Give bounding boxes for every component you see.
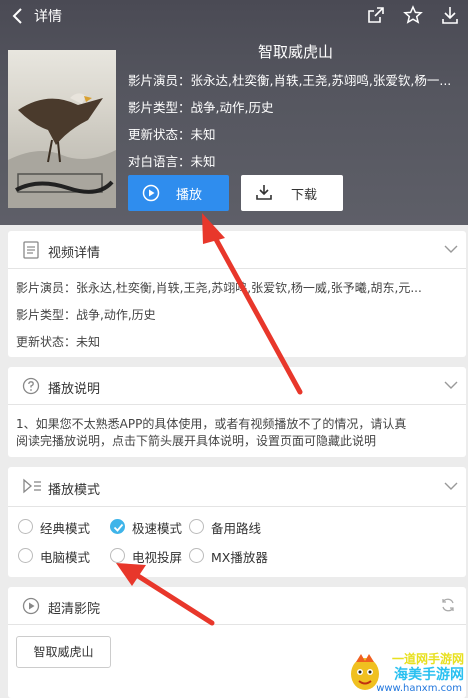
movie-poster[interactable] [8,50,116,208]
chevron-down-icon[interactable] [444,481,458,491]
info-language: 对白语言：未知 [128,154,216,169]
mode-classic[interactable]: 经典模式 [18,518,118,536]
radio-circle-selected [110,519,125,534]
star-icon[interactable] [403,5,423,25]
chevron-down-icon[interactable] [444,380,458,390]
info-genre: 影片类型：战争,动作,历史 [128,100,274,115]
mode-backup[interactable]: 备用路线 [189,518,289,536]
movie-header: 详情 智取威虎山 影片演员：张永达,杜奕衡,肖轶,王尧,苏翊鸣,张爱钦,杨一..… [0,0,468,225]
play-mode-card: 播放模式 经典模式 极速模式 备用路线 电脑模式 电视投屏 MX播放器 [8,467,466,577]
instructions-line-2: 阅读完播放说明，点击下箭头展开具体说明，设置页面可隐藏此说明 [16,434,377,448]
download-icon[interactable] [440,5,460,25]
download-button[interactable]: 下载 [241,175,343,211]
radio-circle [18,548,33,563]
play-icon [142,184,160,202]
divider [8,506,466,507]
watermark: 一道网手游网 海美手游网 www.hanxm.com [348,648,468,698]
episode-button[interactable]: 智取威虎山 [16,636,111,668]
video-details-card: 视频详情 影片演员：张永达,杜奕衡,肖轶,王尧,苏翊鸣,张爱钦,杨一威,张予曦,… [8,231,466,357]
divider [8,268,466,269]
source-title: 超清影院 [48,602,101,617]
divider [8,404,466,405]
radio-circle [18,519,33,534]
document-icon [23,241,39,259]
eagle-illustration [8,93,116,208]
download-icon [256,185,272,200]
info-status: 更新状态：未知 [128,127,216,142]
playlist-icon [23,478,41,494]
instructions-line-1: 1、如果您不太熟悉APP的具体使用，或者有视频播放不了的情况，请认真 [16,417,407,431]
help-icon [22,377,40,395]
mode-mx-player[interactable]: MX播放器 [189,547,299,565]
details-actors: 影片演员：张永达,杜奕衡,肖轶,王尧,苏翊鸣,张爱钦,杨一威,张予曦,胡东,元.… [16,281,422,295]
mode-pc[interactable]: 电脑模式 [18,547,118,565]
details-genre: 影片类型：战争,动作,历史 [16,308,156,322]
download-label: 下载 [291,188,318,203]
play-button[interactable]: 播放 [128,175,229,211]
top-bar: 详情 [0,0,468,32]
radio-circle [189,519,204,534]
refresh-icon[interactable] [440,597,456,613]
check-icon [113,523,124,532]
radio-circle [110,548,125,563]
play-circle-icon [22,597,40,615]
play-instructions-title: 播放说明 [48,382,101,397]
movie-title: 智取威虎山 [258,43,334,61]
divider [8,624,466,625]
video-details-title: 视频详情 [48,246,101,261]
play-instructions-card: 播放说明 1、如果您不太熟悉APP的具体使用，或者有视频播放不了的情况，请认真 … [8,367,466,457]
page-title: 详情 [34,9,62,25]
share-icon[interactable] [366,5,386,25]
details-status: 更新状态：未知 [16,335,101,349]
play-mode-title: 播放模式 [48,483,101,498]
play-label: 播放 [176,188,203,203]
back-icon[interactable] [8,6,28,26]
radio-circle [189,548,204,563]
chevron-down-icon[interactable] [444,244,458,254]
info-actors: 影片演员：张永达,杜奕衡,肖轶,王尧,苏翊鸣,张爱钦,杨一... [128,73,452,88]
